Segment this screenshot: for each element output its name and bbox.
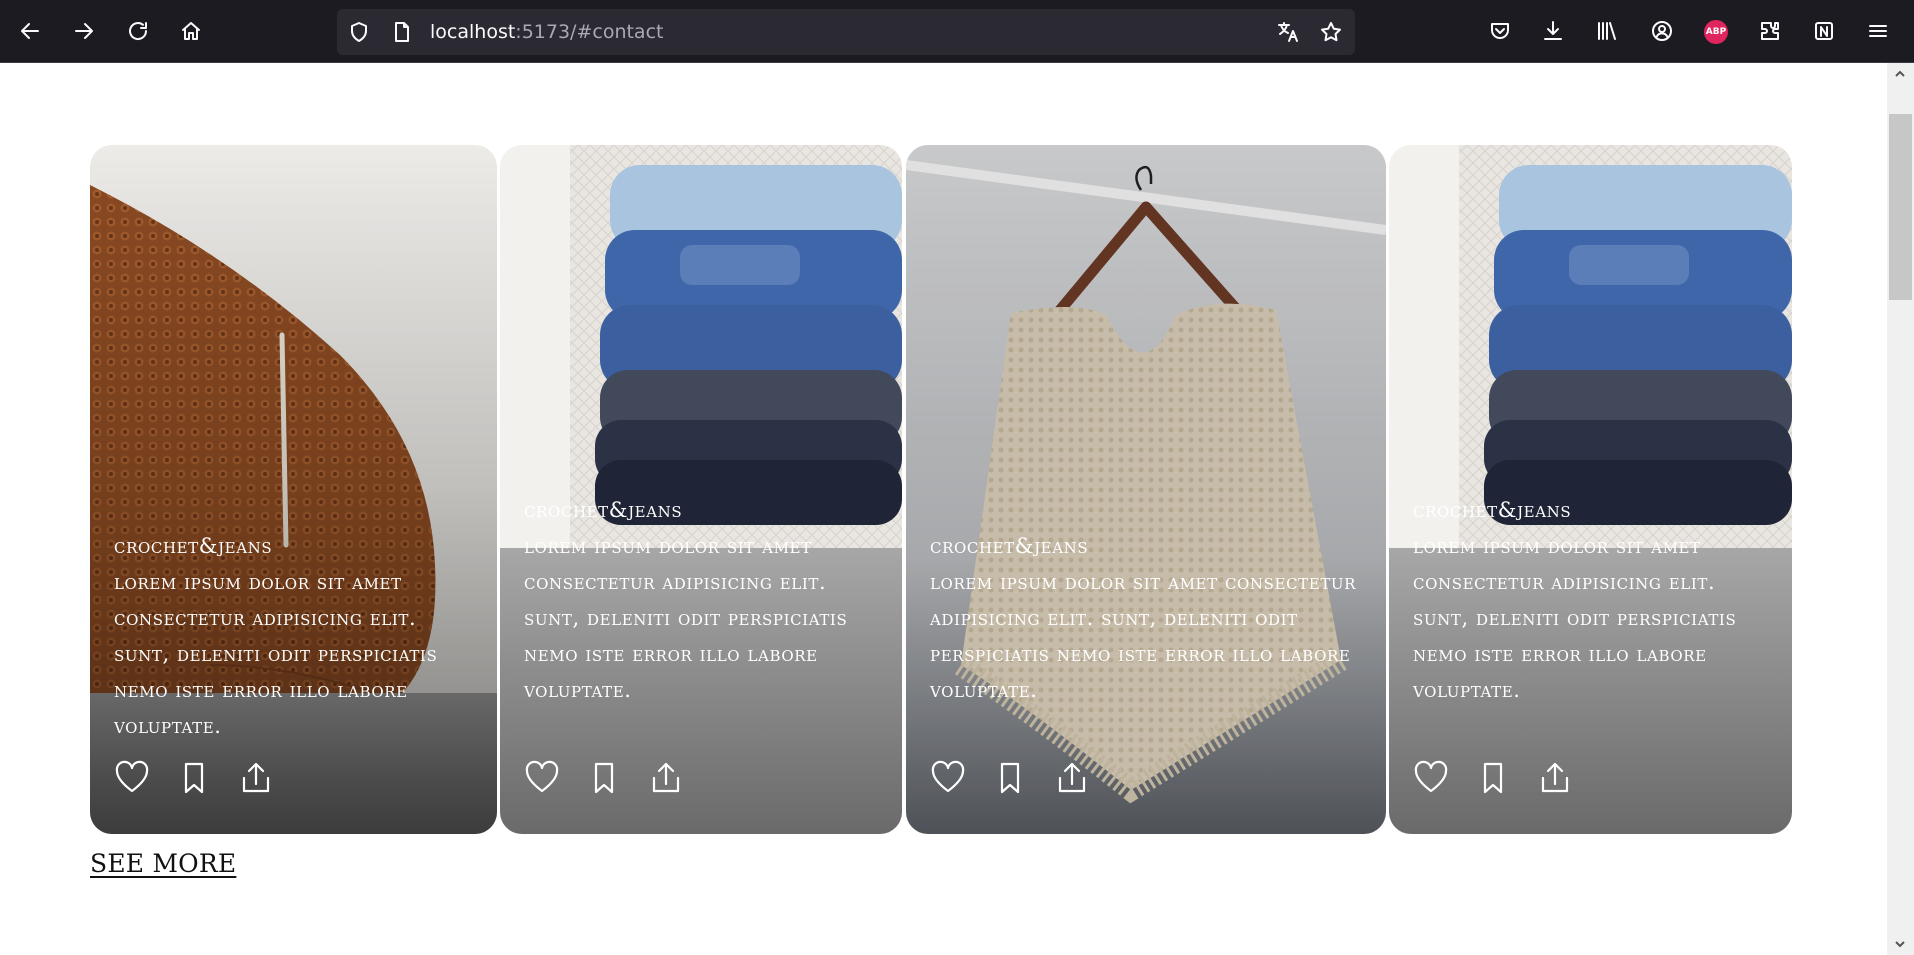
url-bar[interactable]: localhost:5173/#contact: [337, 9, 1355, 55]
see-more-link[interactable]: SEE MORE: [90, 849, 236, 878]
extensions-icon[interactable]: [1754, 15, 1786, 47]
heart-icon[interactable]: [114, 760, 150, 796]
card-description: Lorem ipsum dolor sit amet consectetur a…: [930, 570, 1357, 702]
pocket-icon[interactable]: [1484, 15, 1516, 47]
reload-icon[interactable]: [122, 15, 154, 47]
scroll-down-icon[interactable]: [1891, 936, 1909, 952]
share-icon[interactable]: [238, 760, 274, 796]
card-actions: [1413, 760, 1573, 796]
product-card[interactable]: crochet&jeans Lorem ipsum dolor sit amet…: [906, 145, 1386, 834]
share-icon[interactable]: [1054, 760, 1090, 796]
card-description: Lorem ipsum dolor sit amet consectetur a…: [1413, 534, 1737, 702]
bookmark-icon[interactable]: [992, 760, 1028, 796]
bookmark-icon[interactable]: [176, 760, 212, 796]
card-brand: crochet&jeans: [114, 534, 273, 558]
heart-icon[interactable]: [524, 760, 560, 796]
card-actions: [524, 760, 684, 796]
card-actions: [930, 760, 1090, 796]
product-card[interactable]: crochet&jeans Lorem ipsum dolor sit amet…: [500, 145, 902, 834]
bookmark-icon[interactable]: [1475, 760, 1511, 796]
home-icon[interactable]: [175, 15, 207, 47]
product-card[interactable]: crochet&jeans Lorem ipsum dolor sit amet…: [1389, 145, 1792, 834]
back-icon[interactable]: [14, 15, 46, 47]
heart-icon[interactable]: [1413, 760, 1449, 796]
card-brand: crochet&jeans: [524, 498, 683, 522]
card-brand: crochet&jeans: [1413, 498, 1572, 522]
account-icon[interactable]: [1646, 15, 1678, 47]
card-text: crochet&jeans Lorem ipsum dolor sit amet…: [1413, 492, 1774, 708]
menu-icon[interactable]: [1862, 15, 1894, 47]
card-text: crochet&jeans Lorem ipsum dolor sit amet…: [930, 528, 1368, 708]
downloads-icon[interactable]: [1537, 15, 1569, 47]
url-text[interactable]: localhost:5173/#contact: [430, 21, 663, 43]
browser-toolbar: localhost:5173/#contact ABP: [0, 0, 1914, 63]
heart-icon[interactable]: [930, 760, 966, 796]
card-description: Lorem ipsum dolor sit amet consectetur a…: [114, 570, 438, 738]
card-image-jeans: [1389, 145, 1792, 834]
card-brand: crochet&jeans: [930, 534, 1089, 558]
share-icon[interactable]: [1537, 760, 1573, 796]
forward-icon[interactable]: [68, 15, 100, 47]
product-card[interactable]: crochet&jeans Lorem ipsum dolor sit amet…: [90, 145, 497, 834]
card-actions: [114, 760, 274, 796]
adblock-plus-icon[interactable]: ABP: [1704, 20, 1728, 44]
share-icon[interactable]: [648, 760, 684, 796]
card-description: Lorem ipsum dolor sit amet consectetur a…: [524, 534, 848, 702]
scrollbar-thumb[interactable]: [1889, 114, 1912, 300]
translate-icon[interactable]: [1272, 16, 1304, 48]
library-icon[interactable]: [1591, 15, 1623, 47]
card-image-poncho: [906, 145, 1386, 834]
card-text: crochet&jeans Lorem ipsum dolor sit amet…: [524, 492, 884, 708]
notion-icon[interactable]: [1808, 15, 1840, 47]
shield-icon[interactable]: [343, 16, 375, 48]
card-text: crochet&jeans Lorem ipsum dolor sit amet…: [114, 528, 479, 744]
bookmark-star-icon[interactable]: [1315, 16, 1347, 48]
card-image-jeans: [500, 145, 902, 834]
page-icon: [386, 16, 418, 48]
bookmark-icon[interactable]: [586, 760, 622, 796]
scroll-up-icon[interactable]: [1891, 66, 1909, 82]
